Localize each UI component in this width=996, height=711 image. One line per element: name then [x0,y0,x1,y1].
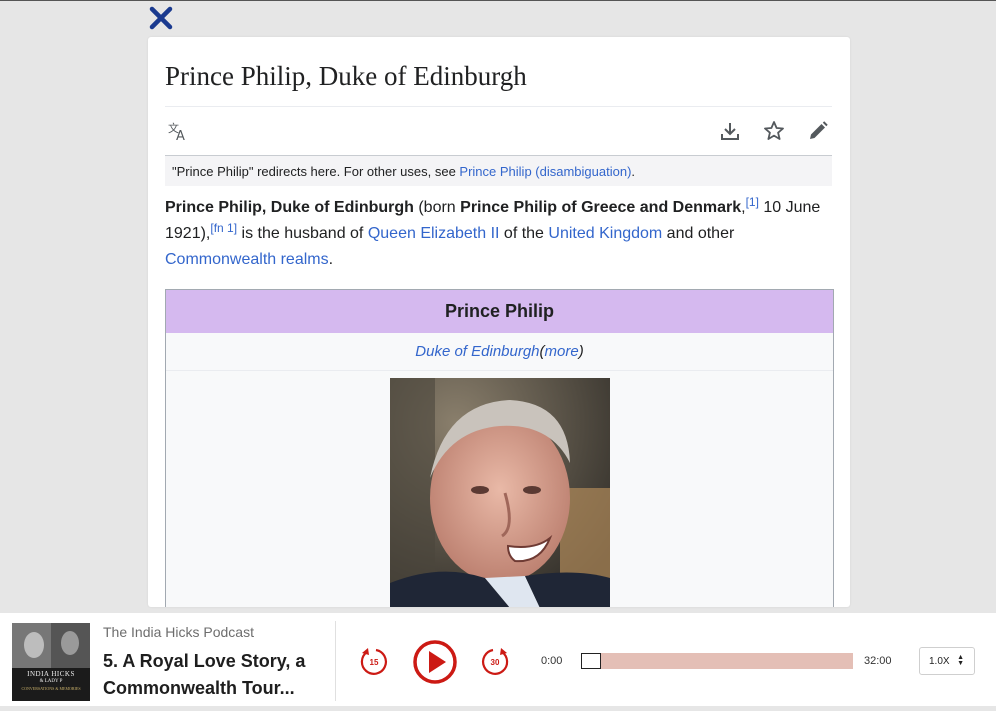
progress-bar[interactable] [581,653,853,669]
article-card: Prince Philip, Duke of Edinburgh 文 A "Pr… [148,37,850,607]
podcast-player: INDIA HICKS & LADY P CONVERSATIONS & MEM… [0,613,996,709]
forward-30-button[interactable]: 30 [479,645,511,677]
infobox: Prince Philip Duke of Edinburgh (more) [165,289,834,607]
disambiguation-link[interactable]: Prince Philip (disambiguation) [459,164,631,179]
duke-of-edinburgh-link[interactable]: Duke of Edinburgh [415,343,539,360]
translate-icon: 文 A [168,121,185,144]
player-divider [335,621,336,701]
title-divider [165,106,832,107]
progress-thumb[interactable] [581,653,601,669]
paren: ) [578,343,584,360]
lead-text: and other [662,225,735,242]
lead-bold-birth-name: Prince Philip of Greece and Denmark [460,199,742,216]
edit-button[interactable] [806,119,830,143]
download-icon [721,123,739,140]
forward-label: 30 [491,658,500,667]
infobox-subtitle: Duke of Edinburgh (more) [166,333,833,371]
edit-icon [810,121,828,139]
commonwealth-realms-link[interactable]: Commonwealth realms [165,251,329,268]
lead-text: of the [499,225,549,242]
infobox-header: Prince Philip [166,290,833,333]
reference-1[interactable]: [1] [746,195,759,209]
rewind-15-icon: 15 [360,648,387,675]
united-kingdom-link[interactable]: United Kingdom [548,225,662,242]
rewind-label: 15 [370,658,379,667]
svg-text:A: A [176,129,185,143]
close-button[interactable] [148,5,174,31]
hatnote: "Prince Philip" redirects here. For othe… [165,155,832,186]
hatnote-text: "Prince Philip" redirects here. For othe… [172,164,460,179]
close-icon[interactable] [148,5,174,31]
star-icon [764,121,784,140]
cover-line-1: INDIA HICKS [27,670,75,678]
rewind-15-button[interactable]: 15 [358,645,390,677]
cover-line-2: & LADY P [39,679,63,684]
cover-text: INDIA HICKS & LADY P CONVERSATIONS & MEM… [12,671,90,692]
portrait-photo[interactable] [390,378,610,607]
episode-title: 5. A Royal Love Story, a Commonwealth To… [103,651,306,698]
watch-star-button[interactable] [762,119,786,143]
duration: 32:00 [864,655,892,667]
cover-line-3: CONVERSATIONS & MEMORIES [21,686,81,691]
lead-bold-name: Prince Philip, Duke of Edinburgh [165,199,414,216]
podcast-name: The India Hicks Podcast [103,624,254,640]
footnote-1[interactable]: [fn 1] [210,221,237,235]
lead-text: (born [413,199,461,216]
hatnote-end: . [631,164,636,179]
language-button[interactable]: 文 A [166,119,190,144]
forward-30-icon: 30 [482,648,509,675]
more-link[interactable]: more [545,343,579,360]
lead-paragraph: Prince Philip, Duke of Edinburgh (born P… [165,195,837,273]
podcast-cover-art[interactable]: INDIA HICKS & LADY P CONVERSATIONS & MEM… [12,623,90,701]
lead-text: is the husband of [237,225,368,242]
play-icon [413,640,457,684]
current-time: 0:00 [541,655,563,667]
queen-elizabeth-link[interactable]: Queen Elizabeth II [368,225,500,242]
page-title: Prince Philip, Duke of Edinburgh [165,61,527,91]
speed-value: 1.0X [929,655,950,667]
playback-speed-select[interactable]: 1.0X ▲ ▼ [919,647,975,675]
download-button[interactable] [718,119,742,143]
lead-text: . [328,251,334,268]
play-button[interactable] [412,639,458,685]
portrait-image [390,378,610,607]
select-arrows-icon: ▲ ▼ [957,654,964,667]
